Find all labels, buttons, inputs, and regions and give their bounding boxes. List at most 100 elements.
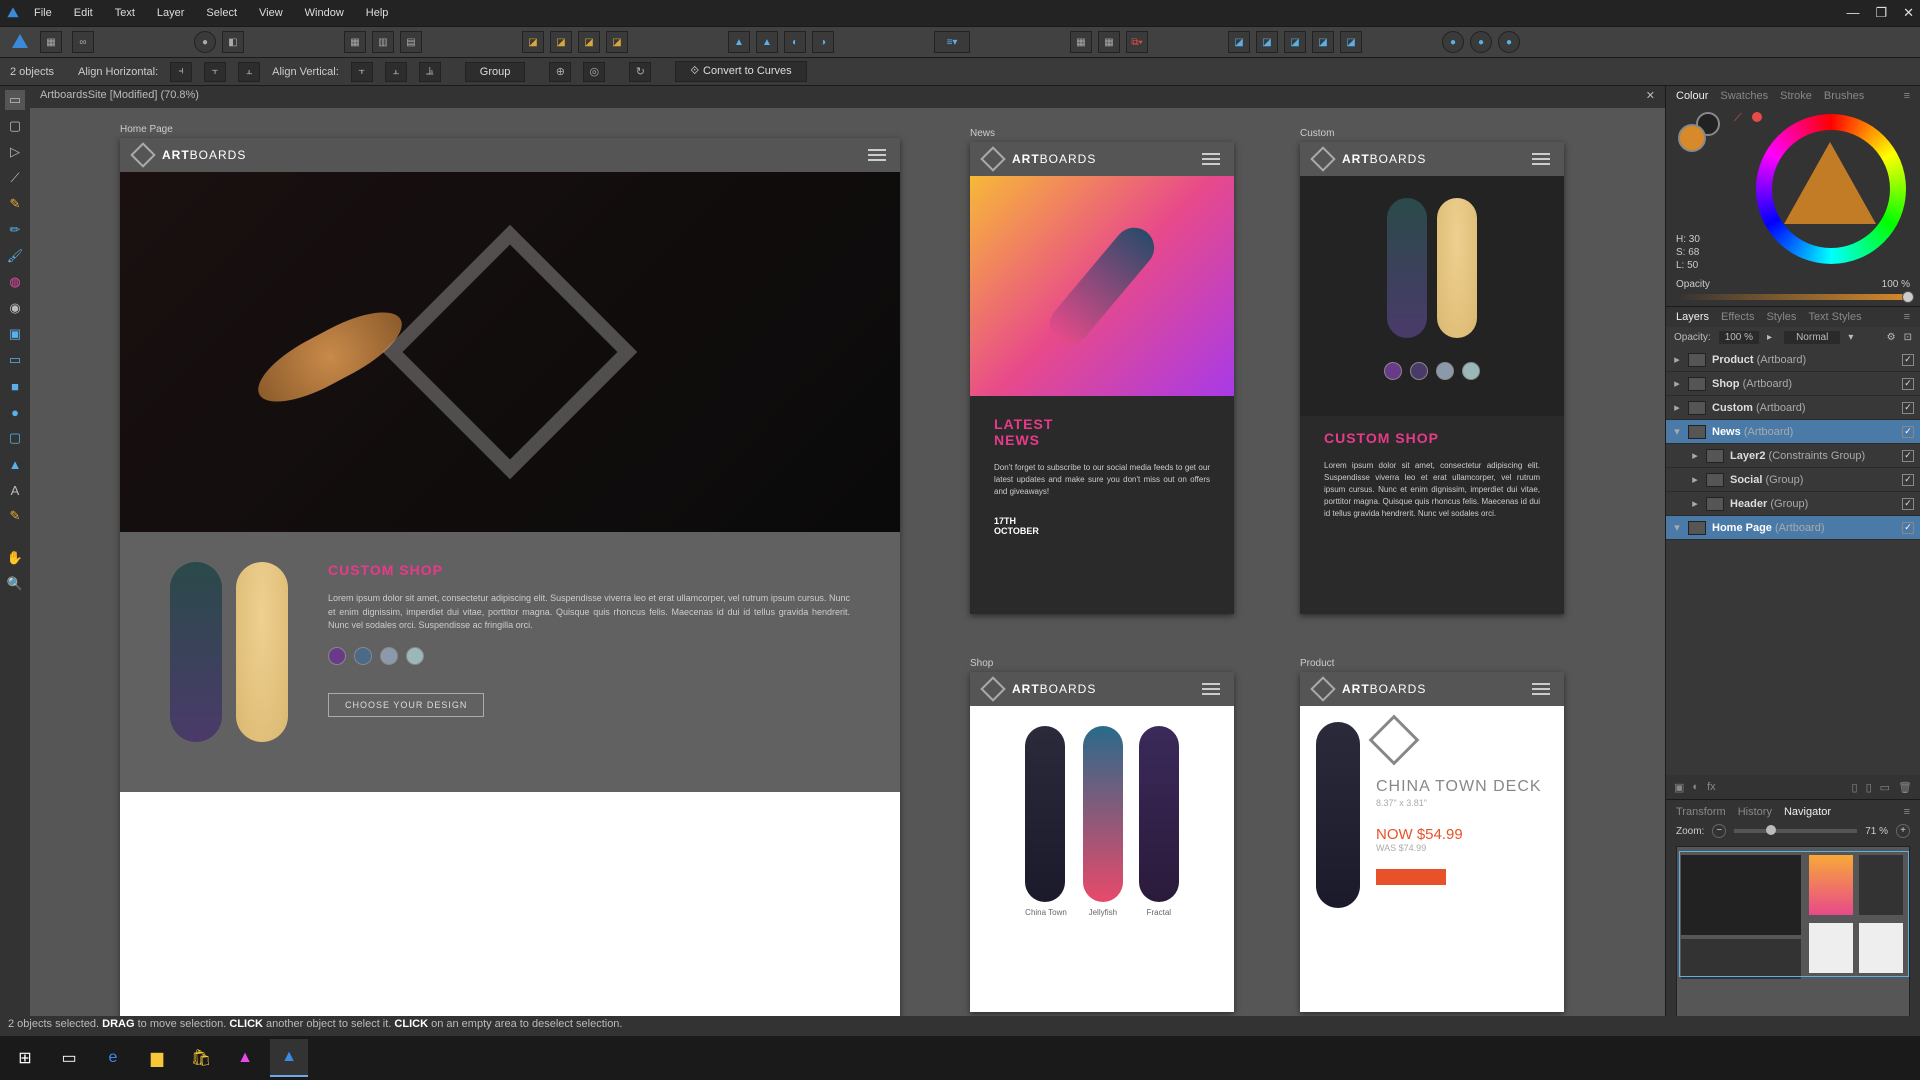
menu-window[interactable]: Window xyxy=(305,7,344,19)
mask-layer-icon[interactable]: ▣ xyxy=(1674,781,1684,794)
layers-list[interactable]: ▸Product (Artboard)✓▸Shop (Artboard)✓▸Cu… xyxy=(1666,348,1920,775)
convert-curves-button[interactable]: ⟐Convert to Curves xyxy=(675,61,806,82)
menu-view[interactable]: View xyxy=(259,7,283,19)
twisty-icon[interactable]: ▸ xyxy=(1690,449,1700,462)
boolean-divide-button[interactable]: ◪ xyxy=(1340,31,1362,53)
menu-file[interactable]: File xyxy=(34,7,52,19)
flip-vertical-button[interactable]: ▲ xyxy=(756,31,778,53)
twisty-icon[interactable]: ▾ xyxy=(1672,425,1682,438)
artboard-custom[interactable]: ARTBOARDS CUSTOM SHOP Lorem ipsum dolor … xyxy=(1300,142,1564,614)
explorer-icon[interactable]: ▆ xyxy=(138,1039,176,1077)
delete-layer-icon[interactable]: 🗑 xyxy=(1898,781,1912,794)
canvas-area[interactable]: ArtboardsSite [Modified] (70.8%)✕ Home P… xyxy=(30,86,1665,1050)
close-tab-icon[interactable]: ✕ xyxy=(1646,89,1655,102)
menu-layer[interactable]: Layer xyxy=(157,7,185,19)
artboard-label-custom[interactable]: Custom xyxy=(1300,128,1334,139)
store-icon[interactable]: 🛍 xyxy=(182,1039,220,1077)
tab-effects[interactable]: Effects xyxy=(1721,311,1754,323)
start-button[interactable]: ⊞ xyxy=(6,1039,44,1077)
insert-inside-button[interactable]: ● xyxy=(1498,31,1520,53)
snap-settings-button[interactable]: ▦ xyxy=(1098,31,1120,53)
affinity-photo-icon[interactable]: ▲ xyxy=(226,1039,264,1077)
twisty-icon[interactable]: ▸ xyxy=(1672,401,1682,414)
artboard-label-home[interactable]: Home Page xyxy=(120,124,173,135)
arrange-forward-button[interactable]: ◪ xyxy=(578,31,600,53)
align-right-button[interactable]: ⫠ xyxy=(238,62,260,82)
tab-swatches[interactable]: Swatches xyxy=(1720,90,1768,102)
tab-layers[interactable]: Layers xyxy=(1676,311,1709,323)
tab-colour[interactable]: Colour xyxy=(1676,90,1708,102)
visibility-checkbox[interactable]: ✓ xyxy=(1902,498,1914,510)
insert-behind-button[interactable]: ● xyxy=(1470,31,1492,53)
rotate-cw-button[interactable]: ◑ xyxy=(812,31,834,53)
align-bottom-button[interactable]: ⫡ xyxy=(419,62,441,82)
fill-colour-swatch[interactable] xyxy=(1678,124,1706,152)
pen-tool[interactable]: ✎ xyxy=(5,194,25,214)
tab-stroke[interactable]: Stroke xyxy=(1780,90,1812,102)
artboard-label-news[interactable]: News xyxy=(970,128,995,139)
fill-tool[interactable]: ◍ xyxy=(5,272,25,292)
align-center-button[interactable]: ⫟ xyxy=(204,62,226,82)
align-left-button[interactable]: ⫞ xyxy=(170,62,192,82)
menu-text[interactable]: Text xyxy=(115,7,135,19)
visibility-checkbox[interactable]: ✓ xyxy=(1902,426,1914,438)
tab-navigator[interactable]: Navigator xyxy=(1784,806,1831,818)
artboard-home[interactable]: ARTBOARDS CUSTOM SHOP Lorem ipsum dolor … xyxy=(120,138,900,1032)
group-layer-icon[interactable]: ▭ xyxy=(1880,781,1890,794)
menu-icon[interactable] xyxy=(1532,683,1550,695)
text-tool[interactable]: A xyxy=(5,480,25,500)
align-dropdown[interactable]: ≡▾ xyxy=(934,31,970,53)
panel-menu-icon[interactable]: ≡ xyxy=(1904,90,1910,102)
boolean-intersect-button[interactable]: ◪ xyxy=(1284,31,1306,53)
close-window-button[interactable]: ✕ xyxy=(1903,5,1914,21)
menu-select[interactable]: Select xyxy=(206,7,237,19)
affinity-designer-icon[interactable]: ▲ xyxy=(270,1039,308,1077)
transparency-tool[interactable]: ◉ xyxy=(5,298,25,318)
zoom-slider[interactable] xyxy=(1734,829,1857,833)
insert-target-button[interactable]: ● xyxy=(1442,31,1464,53)
arrange-backward-button[interactable]: ◪ xyxy=(550,31,572,53)
gear-icon[interactable]: ⚙ xyxy=(1887,332,1896,343)
task-view-button[interactable]: ▭ xyxy=(50,1039,88,1077)
twisty-icon[interactable]: ▸ xyxy=(1690,497,1700,510)
lock-children-button[interactable]: ⊕ xyxy=(549,62,571,82)
menu-edit[interactable]: Edit xyxy=(74,7,93,19)
crop-tool[interactable]: ▣ xyxy=(5,324,25,344)
tab-styles[interactable]: Styles xyxy=(1766,311,1796,323)
snap-magnet-button[interactable]: ⧉▾ xyxy=(1126,31,1148,53)
clip-icon[interactable]: ▯ xyxy=(1852,781,1858,794)
triangle-tool[interactable]: ▲ xyxy=(5,454,25,474)
menu-help[interactable]: Help xyxy=(366,7,389,19)
visibility-checkbox[interactable]: ✓ xyxy=(1902,354,1914,366)
add-layer-icon[interactable]: ▯ xyxy=(1866,781,1872,794)
artboard-label-product[interactable]: Product xyxy=(1300,658,1334,669)
move-tool[interactable]: ▭ xyxy=(5,90,25,110)
lock-icon[interactable]: ⊡ xyxy=(1904,332,1912,343)
maximize-button[interactable]: ❐ xyxy=(1875,5,1887,21)
layer-row[interactable]: ▸Shop (Artboard)✓ xyxy=(1666,372,1920,396)
document-tab[interactable]: ArtboardsSite [Modified] (70.8%)✕ xyxy=(30,86,1665,108)
blend-mode-select[interactable]: Normal xyxy=(1784,331,1840,344)
visibility-checkbox[interactable]: ✓ xyxy=(1902,522,1914,534)
twisty-icon[interactable]: ▸ xyxy=(1690,473,1700,486)
tab-transform[interactable]: Transform xyxy=(1676,806,1726,818)
layer-opacity-field[interactable]: 100 % xyxy=(1719,331,1759,344)
persona-export-icon[interactable]: ∞ xyxy=(72,31,94,53)
rectangle-tool[interactable]: ■ xyxy=(5,376,25,396)
adjust-layer-icon[interactable]: ◐ xyxy=(1692,781,1699,793)
visibility-checkbox[interactable]: ✓ xyxy=(1902,450,1914,462)
view-hand-tool[interactable]: ✋ xyxy=(5,548,25,568)
twisty-icon[interactable]: ▸ xyxy=(1672,353,1682,366)
zoom-value[interactable]: 71 % xyxy=(1865,826,1888,837)
boolean-xor-button[interactable]: ◪ xyxy=(1312,31,1334,53)
align-middle-button[interactable]: ⫠ xyxy=(385,62,407,82)
menu-icon[interactable] xyxy=(1202,153,1220,165)
node-tool[interactable]: ▷ xyxy=(5,142,25,162)
align-top-button[interactable]: ⫟ xyxy=(351,62,373,82)
layer-row[interactable]: ▸Layer2 (Constraints Group)✓ xyxy=(1666,444,1920,468)
colour-picker-tool[interactable]: ✎ xyxy=(5,506,25,526)
twisty-icon[interactable]: ▸ xyxy=(1672,377,1682,390)
zoom-in-button[interactable]: + xyxy=(1896,824,1910,838)
hide-button[interactable]: ◎ xyxy=(583,62,605,82)
artboard-shop[interactable]: ARTBOARDS China Town Jellyfish Fractal xyxy=(970,672,1234,1012)
